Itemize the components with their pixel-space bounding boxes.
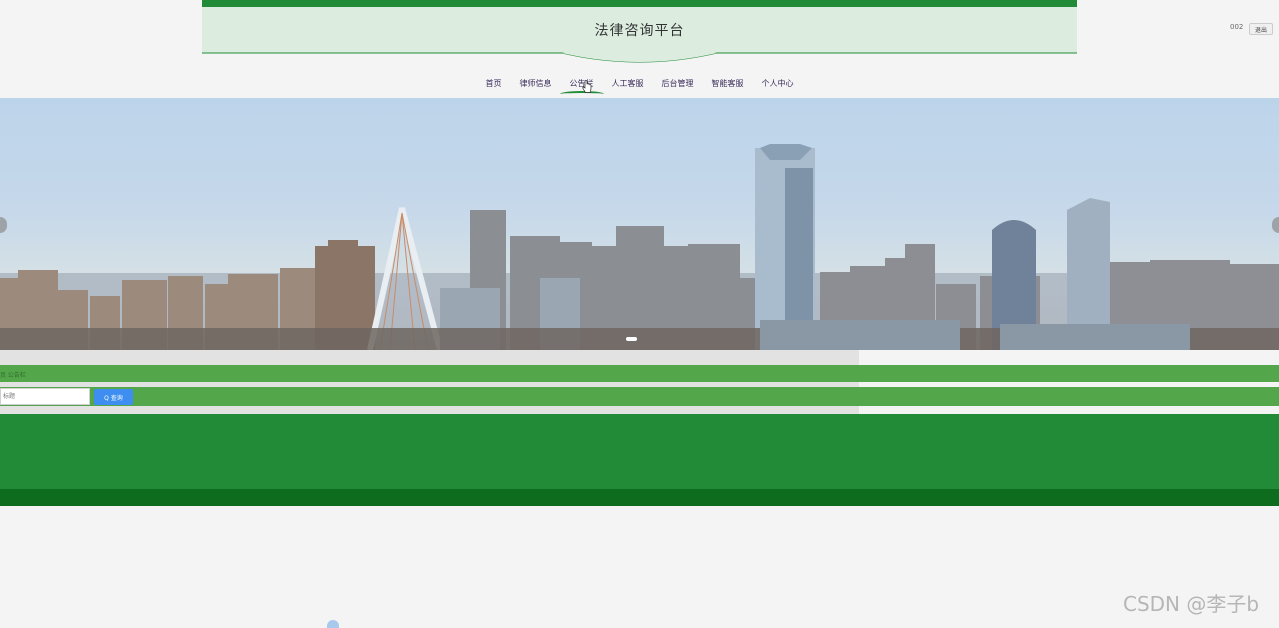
header-top-strip — [202, 0, 1077, 7]
nav-item-admin[interactable]: 后台管理 — [662, 76, 694, 97]
site-header: 法律咨询平台 — [202, 0, 1077, 63]
content-area — [0, 414, 1279, 489]
logout-button[interactable]: 退出 — [1249, 23, 1273, 35]
search-input[interactable] — [0, 388, 90, 405]
breadcrumb-bar — [0, 365, 1279, 382]
carousel-indicator-active[interactable] — [626, 337, 637, 341]
search-button[interactable]: Q 查询 — [94, 389, 133, 405]
partial-icon — [327, 620, 339, 628]
site-title: 法律咨询平台 — [594, 23, 685, 39]
city-skyline-illustration — [0, 144, 1279, 350]
user-id-label: 002 — [1230, 23, 1244, 31]
main-nav: 首页 律师信息 公告栏 人工客服 后台管理 智能客服 个人中心 — [0, 76, 1279, 97]
carousel-next-button[interactable] — [1272, 217, 1279, 233]
footer — [0, 489, 1279, 506]
nav-item-lawyers[interactable]: 律师信息 — [520, 76, 552, 97]
nav-item-personal-center[interactable]: 个人中心 — [762, 76, 794, 97]
nav-item-smart-service[interactable]: 智能客服 — [712, 76, 744, 97]
search-bar — [0, 387, 1279, 406]
hand-cursor-icon — [582, 80, 592, 93]
nav-item-human-service[interactable]: 人工客服 — [612, 76, 644, 97]
hero-banner-image — [0, 98, 1279, 350]
nav-item-home[interactable]: 首页 — [486, 76, 502, 97]
watermark-text: CSDN @李子b — [1123, 592, 1260, 616]
breadcrumb: 页 公告栏 — [0, 372, 26, 379]
